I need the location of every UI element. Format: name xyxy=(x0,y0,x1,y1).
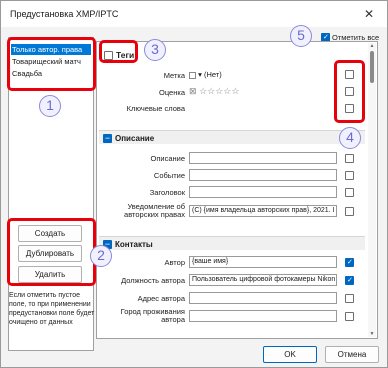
hint-text: Если отметить пустое поле, то при примен… xyxy=(9,292,95,326)
cancel-button[interactable]: Отмена xyxy=(325,346,379,363)
creator-title-input[interactable]: Пользователь цифровой фотокамеры Nikon xyxy=(189,274,337,286)
dropdown-arrow-icon: ▾ xyxy=(198,70,202,79)
creator-address-checkbox[interactable] xyxy=(345,294,354,303)
creator-title-label: Должность автора xyxy=(121,276,185,285)
badge-3: 3 xyxy=(144,39,166,61)
label-color-icon xyxy=(189,71,196,79)
creator-title-checkbox[interactable] xyxy=(345,276,354,285)
creator-checkbox[interactable] xyxy=(345,258,354,267)
creator-city-checkbox[interactable] xyxy=(345,312,354,321)
keywords-label: Ключевые слова xyxy=(126,104,185,113)
copyright-notice-label: Уведомление об авторских правах xyxy=(124,202,185,219)
rating-label: Оценка xyxy=(159,88,185,97)
creator-input[interactable]: {ваше имя} xyxy=(189,256,337,268)
event-label: Событие xyxy=(153,171,185,180)
description-checkbox[interactable] xyxy=(345,154,354,163)
contacts-section-title: Контакты xyxy=(115,240,153,249)
creator-city-label: Город проживания автора xyxy=(120,307,185,324)
contacts-section-header[interactable]: − Контакты xyxy=(99,236,365,250)
highlight-preset-buttons xyxy=(7,218,96,286)
reject-icon[interactable]: ⊠ xyxy=(189,86,197,96)
description-input[interactable] xyxy=(189,152,337,164)
collapse-icon[interactable]: − xyxy=(103,134,112,143)
headline-checkbox[interactable] xyxy=(345,188,354,197)
description-section-title: Описание xyxy=(115,134,155,143)
creator-city-input[interactable] xyxy=(189,310,337,322)
panel-scrollbar[interactable]: ▲ ▼ xyxy=(368,43,376,337)
badge-2: 2 xyxy=(90,245,112,267)
description-label: Описание xyxy=(150,154,185,163)
title-bar: Предустановка XMP/IPTC ✕ xyxy=(1,1,387,27)
scroll-thumb[interactable] xyxy=(370,51,374,83)
description-section-header[interactable]: − Описание xyxy=(99,130,365,144)
scroll-up-icon[interactable]: ▲ xyxy=(368,43,376,49)
preset-dialog: Предустановка XMP/IPTC ✕ Только автор. п… xyxy=(0,0,388,368)
headline-input[interactable] xyxy=(189,186,337,198)
rating-stars[interactable]: ⊠ ☆☆☆☆☆ xyxy=(189,86,239,97)
label-label: Метка xyxy=(163,71,185,80)
ok-button[interactable]: OK xyxy=(263,346,317,363)
copyright-notice-checkbox[interactable] xyxy=(345,207,354,216)
copyright-notice-input[interactable]: (C) {имя владельца авторских прав}, 2021… xyxy=(189,205,337,217)
creator-label: Автор xyxy=(164,258,185,267)
rating-star-icons[interactable]: ☆☆☆☆☆ xyxy=(199,86,239,96)
highlight-preset-list xyxy=(7,37,96,91)
scroll-down-icon[interactable]: ▼ xyxy=(368,331,376,337)
label-selector[interactable]: ▾ (Нет) xyxy=(189,70,222,79)
headline-label: Заголовок xyxy=(149,188,185,197)
highlight-checkboxes xyxy=(334,60,365,123)
label-value: (Нет) xyxy=(203,70,222,79)
creator-address-label: Адрес автора xyxy=(137,294,185,303)
close-icon[interactable]: ✕ xyxy=(361,6,377,22)
highlight-tags xyxy=(99,40,138,63)
badge-5: 5 xyxy=(290,25,312,47)
badge-4: 4 xyxy=(339,127,361,149)
badge-1: 1 xyxy=(39,95,61,117)
creator-address-input[interactable] xyxy=(189,292,337,304)
event-input[interactable] xyxy=(189,169,337,181)
window-title: Предустановка XMP/IPTC xyxy=(10,9,119,19)
event-checkbox[interactable] xyxy=(345,171,354,180)
